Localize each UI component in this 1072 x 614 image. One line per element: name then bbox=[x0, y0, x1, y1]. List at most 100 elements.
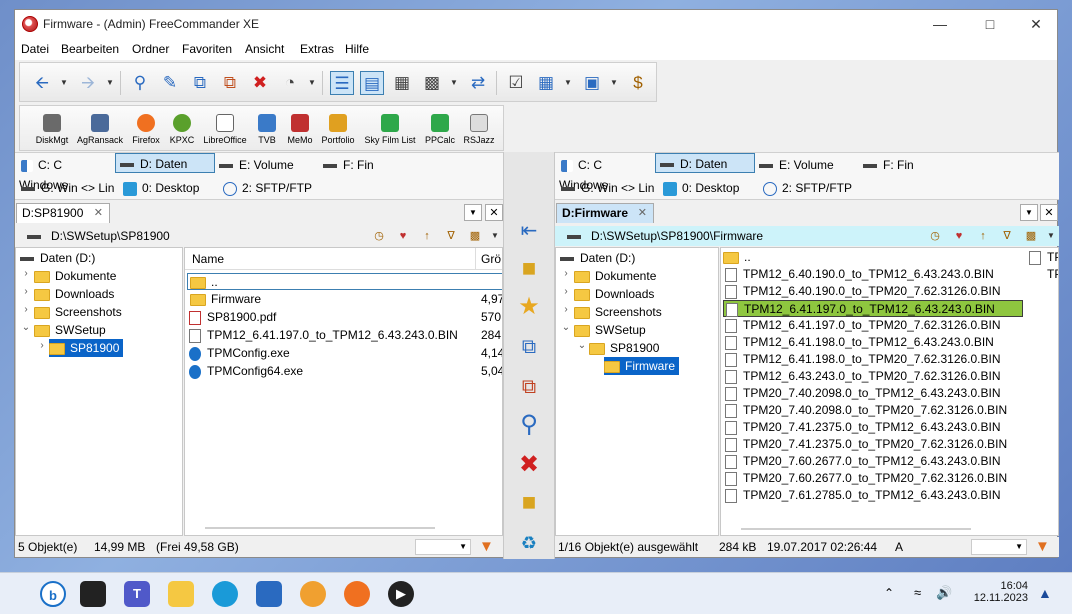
file-row[interactable]: TPM20_7.41.2375.0_to_TPM20_7.62.3126.0.B… bbox=[723, 436, 1007, 453]
right-drive-e[interactable]: E: Volume bbox=[755, 155, 855, 175]
chevron-right-icon[interactable]: › bbox=[37, 340, 47, 351]
move-files-icon[interactable]: ⧉ bbox=[512, 370, 546, 404]
media-player-icon[interactable]: ▶ bbox=[388, 581, 414, 607]
close-window-button[interactable]: ✕ bbox=[1013, 10, 1059, 38]
tree-view-icon[interactable]: ☰ bbox=[330, 71, 354, 95]
chevron-right-icon[interactable]: › bbox=[21, 268, 31, 279]
recycle-bin-icon[interactable]: ♻ bbox=[512, 526, 546, 560]
file-row[interactable]: TPM20_7.41.2375.0_to_TPM12_6.43.243.0.BI… bbox=[723, 419, 1001, 436]
chevron-right-icon[interactable]: › bbox=[561, 304, 571, 315]
search-icon[interactable]: ⚲ bbox=[128, 71, 152, 95]
binoculars-dropdown-icon[interactable]: ▼ bbox=[308, 71, 316, 95]
tree-item-screenshots[interactable]: Screenshots bbox=[34, 303, 122, 321]
chevron-up-icon[interactable]: ⌃ bbox=[884, 586, 894, 600]
menu-hilfe[interactable]: Hilfe bbox=[345, 42, 369, 56]
right-horizontal-scrollbar[interactable] bbox=[741, 528, 971, 530]
tree-item-screenshots[interactable]: Screenshots bbox=[574, 303, 662, 321]
menu-datei[interactable]: Datei bbox=[21, 42, 49, 56]
layout-grid-icon[interactable]: ▦ bbox=[534, 71, 558, 95]
firefox-taskbar-icon[interactable] bbox=[344, 581, 370, 607]
left-tab[interactable]: D:SP81900 ✕ bbox=[16, 203, 110, 223]
file-row[interactable]: TPM12_6.40.190.0_to_TPM20_7.62.3126.0.BI… bbox=[723, 283, 1001, 300]
menu-bearbeiten[interactable]: Bearbeiten bbox=[61, 42, 119, 56]
program-agransack[interactable]: AgRansack bbox=[74, 108, 126, 145]
program-sky-film-list[interactable]: Sky Film List bbox=[360, 108, 420, 145]
path-dropdown-icon[interactable]: ▼ bbox=[1043, 229, 1059, 243]
history-icon[interactable]: ◷ bbox=[371, 229, 387, 243]
view-dropdown-icon[interactable]: ▼ bbox=[450, 71, 458, 95]
file-row[interactable]: SP81900.pdf 570 bbox=[187, 309, 502, 326]
file-row[interactable]: TPM12_6.41.197.0_to_TPM20_7.62.3126.0.BI… bbox=[723, 317, 1001, 334]
tree-item-dokumente[interactable]: Dokumente bbox=[574, 267, 656, 285]
tree-item-sp81900[interactable]: SP81900 bbox=[49, 339, 124, 357]
back-dropdown-icon[interactable]: ▼ bbox=[60, 71, 68, 95]
menu-favoriten[interactable]: Favoriten bbox=[182, 42, 232, 56]
chevron-right-icon[interactable]: › bbox=[561, 286, 571, 297]
program-rsjazz[interactable]: RSJazz bbox=[460, 108, 498, 145]
dollar-folder-icon[interactable]: $ bbox=[626, 71, 650, 95]
refresh-folder-icon[interactable]: ■ bbox=[512, 486, 546, 520]
forward-dropdown-icon[interactable]: ▼ bbox=[106, 71, 114, 95]
program-ppcalc[interactable]: PPCalc bbox=[422, 108, 458, 145]
sync-panels-icon[interactable]: ⇄ bbox=[466, 71, 490, 95]
task-view-icon[interactable] bbox=[80, 581, 106, 607]
file-row-parent[interactable]: .. bbox=[723, 249, 751, 266]
file-row[interactable]: TPM12_6.43.243.0_to_TPM20_7.62.3126.0.BI… bbox=[723, 368, 1001, 385]
store-icon[interactable] bbox=[256, 581, 282, 607]
program-memo[interactable]: MeMo bbox=[284, 108, 316, 145]
tree-root[interactable]: Daten (D:) bbox=[560, 249, 635, 267]
parent-folder-icon[interactable]: ↑ bbox=[975, 229, 991, 243]
favorites-icon[interactable]: ♥ bbox=[395, 229, 411, 243]
file-explorer-icon[interactable] bbox=[168, 581, 194, 607]
delete-icon[interactable]: ✖ bbox=[512, 448, 546, 482]
edge-icon[interactable] bbox=[212, 581, 238, 607]
file-row[interactable]: TPM20_7.40.2098.0_to_TPM20_7.62.3126.0.B… bbox=[723, 402, 1007, 419]
program-firefox[interactable]: Firefox bbox=[128, 108, 164, 145]
program-libreoffice[interactable]: LibreOffice bbox=[200, 108, 250, 145]
move-file-icon[interactable]: ⧉ bbox=[218, 71, 242, 95]
left-drive-e[interactable]: E: Volume bbox=[215, 155, 315, 175]
close-tab-icon[interactable]: ✕ bbox=[94, 204, 103, 222]
right-tab-dropdown-icon[interactable]: ▼ bbox=[1020, 204, 1038, 221]
right-path[interactable]: D:\SWSetup\SP81900\Firmware bbox=[591, 229, 763, 243]
freecommander-taskbar-icon[interactable] bbox=[300, 581, 326, 607]
left-drive-d[interactable]: D: Daten bbox=[115, 153, 215, 173]
close-tab-icon[interactable]: ✕ bbox=[638, 204, 647, 222]
program-diskmgt[interactable]: DiskMgt bbox=[32, 108, 72, 145]
file-row[interactable]: TPM12_6.41.197.0_to_TPM12_6.43.243.0.BIN… bbox=[187, 327, 502, 344]
preview-view-icon[interactable]: ▩ bbox=[420, 71, 444, 95]
folder-options-icon[interactable]: ▩ bbox=[467, 229, 483, 243]
left-tab-dropdown-icon[interactable]: ▼ bbox=[464, 204, 482, 221]
folder-sync-icon[interactable]: ■ bbox=[512, 252, 546, 286]
left-horizontal-scrollbar[interactable] bbox=[205, 527, 435, 529]
teams-icon[interactable]: T bbox=[124, 581, 150, 607]
speaker-icon[interactable]: 🔊 bbox=[936, 585, 952, 601]
file-row[interactable]: Firmware 4,97 bbox=[187, 291, 502, 308]
chevron-right-icon[interactable]: › bbox=[21, 304, 31, 315]
delete-icon[interactable]: ✖ bbox=[248, 71, 272, 95]
chevron-down-icon[interactable]: ⌄ bbox=[21, 322, 31, 333]
right-tab[interactable]: D:Firmware ✕ bbox=[556, 203, 654, 223]
left-tab-close-icon[interactable]: ✕ bbox=[485, 204, 503, 221]
chevron-down-icon[interactable]: ⌄ bbox=[561, 322, 571, 333]
file-row[interactable]: TPM12_6.41.198.0_to_TPM20_7.62.3126.0.BI… bbox=[723, 351, 1001, 368]
file-row[interactable]: TPM20_7.61.2785.0_to_TPM12_6.43.243.0.BI… bbox=[723, 487, 1001, 504]
left-path[interactable]: D:\SWSetup\SP81900 bbox=[51, 229, 170, 243]
chevron-right-icon[interactable]: › bbox=[561, 268, 571, 279]
menu-ordner[interactable]: Ordner bbox=[132, 42, 169, 56]
left-sftp[interactable]: 2: SFTP/FTP bbox=[219, 178, 319, 198]
left-drive-f[interactable]: F: Fin bbox=[319, 155, 379, 175]
file-row[interactable]: TPM20_7.40.2098.0_to_TPM12_6.43.243.0.BI… bbox=[723, 385, 1001, 402]
chevron-right-icon[interactable]: › bbox=[21, 286, 31, 297]
star-icon[interactable]: ★ bbox=[512, 290, 546, 324]
path-dropdown-icon[interactable]: ▼ bbox=[487, 229, 503, 243]
program-kpxc[interactable]: KPXC bbox=[166, 108, 198, 145]
file-row-column2[interactable]: TP bbox=[1027, 249, 1058, 266]
maximize-button[interactable]: □ bbox=[967, 10, 1013, 38]
tree-root[interactable]: Daten (D:) bbox=[20, 249, 95, 267]
filter-funnel-icon[interactable]: ▼ bbox=[1035, 537, 1050, 557]
tree-item-swsetup[interactable]: SWSetup bbox=[34, 321, 106, 339]
favorites-icon[interactable]: ♥ bbox=[951, 229, 967, 243]
copy-file-icon[interactable]: ⧉ bbox=[188, 71, 212, 95]
binoculars-icon[interactable]: ◔ bbox=[278, 71, 302, 95]
